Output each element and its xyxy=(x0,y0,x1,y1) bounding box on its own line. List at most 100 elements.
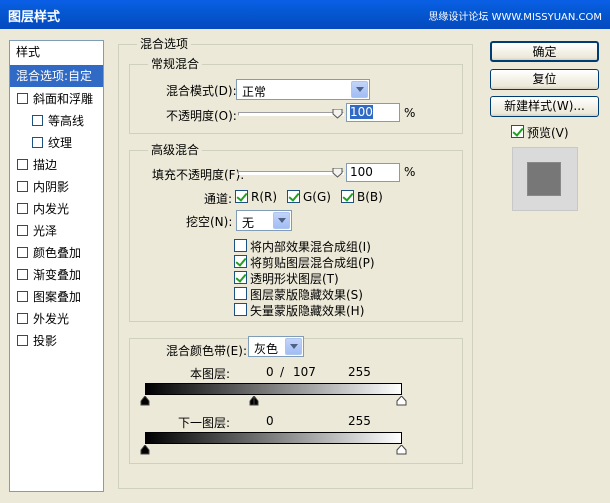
this-layer-max: 255 xyxy=(348,365,371,379)
advanced-blending-group: 高级混合 填充不透明度(F): 100 % 通道: R(R) G(G) B(B)… xyxy=(129,143,463,322)
sidebar-item-stroke[interactable]: 描边 xyxy=(10,154,103,176)
dialog-client: 样式 混合选项:自定 斜面和浮雕 等高线 纹理 描边 内阴影 内发光 光泽 颜色… xyxy=(0,29,610,503)
vector-mask-hides-label: 矢量蒙版隐藏效果(H) xyxy=(250,304,365,318)
blend-clipped-layers-checkbox[interactable] xyxy=(234,255,247,268)
sidebar-item-color-overlay[interactable]: 颜色叠加 xyxy=(10,242,103,264)
sidebar-item-gradient-overlay[interactable]: 渐变叠加 xyxy=(10,264,103,286)
knockout-select[interactable]: 无 xyxy=(236,210,292,231)
underlying-max: 255 xyxy=(348,414,371,428)
stroke-checkbox[interactable] xyxy=(17,159,28,170)
sidebar-item-label: 内发光 xyxy=(33,202,70,216)
sidebar-item-label: 外发光 xyxy=(33,312,70,326)
sidebar-item-inner-shadow[interactable]: 内阴影 xyxy=(10,176,103,198)
this-layer-mid: 107 xyxy=(293,365,316,379)
contour-checkbox[interactable] xyxy=(32,115,43,126)
blend-clipped-layers-label: 将剪贴图层混合成组(P) xyxy=(250,256,375,270)
underlying-white-handle[interactable] xyxy=(396,445,407,455)
this-layer-label: 本图层: xyxy=(190,367,231,381)
sidebar-item-bevel-emboss[interactable]: 斜面和浮雕 xyxy=(10,88,103,110)
watermark-text: 思缘设计论坛 WWW.MISSYUAN.COM xyxy=(428,12,602,23)
underlying-gradient xyxy=(145,432,402,444)
sidebar-item-outer-glow[interactable]: 外发光 xyxy=(10,308,103,330)
fill-opacity-input[interactable]: 100 xyxy=(346,163,400,182)
fill-opacity-label: 填充不透明度(F): xyxy=(152,168,245,182)
fill-opacity-slider-track[interactable] xyxy=(238,171,344,175)
this-layer-min: 0 xyxy=(266,365,274,379)
this-layer-split-handle[interactable] xyxy=(249,396,259,406)
opacity-slider-track[interactable] xyxy=(238,112,344,116)
opacity-input[interactable]: 100 xyxy=(346,103,400,122)
ok-button[interactable]: 确定 xyxy=(490,41,599,62)
underlying-layer-label: 下一图层: xyxy=(178,416,231,430)
fill-opacity-slider-thumb[interactable] xyxy=(332,168,343,178)
sidebar-item-label: 颜色叠加 xyxy=(33,246,82,260)
blend-options-title: 混合选项 xyxy=(137,37,192,51)
layer-mask-hides-label: 图层蒙版隐藏效果(S) xyxy=(250,288,363,302)
color-overlay-checkbox[interactable] xyxy=(17,247,28,258)
new-style-button[interactable]: 新建样式(W)... xyxy=(490,96,599,117)
blend-mode-select[interactable]: 正常 xyxy=(236,79,370,100)
blend-interior-effects-checkbox[interactable] xyxy=(234,239,247,252)
window-title: 图层样式 xyxy=(8,10,61,25)
knockout-label: 挖空(N): xyxy=(186,215,233,229)
underlying-black-handle[interactable] xyxy=(140,445,150,455)
blend-interior-effects-label: 将内部效果混合成组(I) xyxy=(250,240,371,254)
preview-label: 预览(V) xyxy=(527,126,569,140)
opacity-label: 不透明度(O): xyxy=(166,109,237,123)
sidebar-item-label: 斜面和浮雕 xyxy=(33,92,94,106)
sidebar-item-label: 纹理 xyxy=(48,136,73,150)
percent-sign: % xyxy=(404,106,416,120)
drop-shadow-checkbox[interactable] xyxy=(17,335,28,346)
general-blending-group: 常规混合 混合模式(D): 正常 不透明度(O): 100 % xyxy=(129,57,463,134)
style-list-header: 样式 xyxy=(16,45,41,59)
sidebar-item-contour[interactable]: 等高线 xyxy=(10,110,103,132)
opacity-slider-thumb[interactable] xyxy=(332,109,343,119)
channel-r-label: R(R) xyxy=(251,190,278,204)
chevron-down-icon[interactable] xyxy=(273,212,290,229)
sidebar-item-label: 投影 xyxy=(33,334,58,348)
channel-b-label: B(B) xyxy=(357,190,383,204)
channel-b-checkbox[interactable] xyxy=(341,190,354,203)
sidebar-item-inner-glow[interactable]: 内发光 xyxy=(10,198,103,220)
percent-sign: % xyxy=(404,165,416,179)
title-bar[interactable]: 图层样式 思缘设计论坛 WWW.MISSYUAN.COM xyxy=(0,0,610,29)
sidebar-item-blend-options[interactable]: 混合选项:自定 xyxy=(10,65,103,87)
sidebar-item-label: 光泽 xyxy=(33,224,58,238)
sidebar-item-drop-shadow[interactable]: 投影 xyxy=(10,330,103,352)
blend-mode-label: 混合模式(D): xyxy=(166,84,237,98)
inner-shadow-checkbox[interactable] xyxy=(17,181,28,192)
channels-label: 通道: xyxy=(204,192,233,206)
inner-glow-checkbox[interactable] xyxy=(17,203,28,214)
sidebar-item-texture[interactable]: 纹理 xyxy=(10,132,103,154)
chevron-down-icon[interactable] xyxy=(285,338,302,355)
transparency-shapes-checkbox[interactable] xyxy=(234,271,247,284)
sidebar-item-satin[interactable]: 光泽 xyxy=(10,220,103,242)
blend-if-group: 混合颜色带(E): 灰色 本图层: 0 / 107 255 下一图层: 0 25… xyxy=(129,336,463,464)
sidebar-item-label: 描边 xyxy=(33,158,58,172)
channel-g-checkbox[interactable] xyxy=(287,190,300,203)
this-layer-black-handle[interactable] xyxy=(140,396,150,406)
blend-options-group: 混合选项 常规混合 混合模式(D): 正常 不透明度(O): 100 % 高级混… xyxy=(118,37,473,489)
channel-r-checkbox[interactable] xyxy=(235,190,248,203)
advanced-blending-title: 高级混合 xyxy=(148,143,203,157)
channel-g-label: G(G) xyxy=(303,190,331,204)
blend-if-select[interactable]: 灰色 xyxy=(248,336,304,357)
sidebar-item-label: 图案叠加 xyxy=(33,290,82,304)
layer-mask-hides-checkbox[interactable] xyxy=(234,287,247,300)
bevel-emboss-checkbox[interactable] xyxy=(17,93,28,104)
this-layer-slash: / xyxy=(280,365,285,379)
sidebar-item-pattern-overlay[interactable]: 图案叠加 xyxy=(10,286,103,308)
vector-mask-hides-checkbox[interactable] xyxy=(234,303,247,316)
this-layer-white-handle[interactable] xyxy=(396,396,407,406)
preview-square xyxy=(527,162,561,196)
pattern-overlay-checkbox[interactable] xyxy=(17,291,28,302)
outer-glow-checkbox[interactable] xyxy=(17,313,28,324)
general-blending-title: 常规混合 xyxy=(148,57,203,71)
style-list: 样式 混合选项:自定 斜面和浮雕 等高线 纹理 描边 内阴影 内发光 光泽 颜色… xyxy=(9,40,104,492)
reset-button[interactable]: 复位 xyxy=(490,69,599,90)
gradient-overlay-checkbox[interactable] xyxy=(17,269,28,280)
texture-checkbox[interactable] xyxy=(32,137,43,148)
satin-checkbox[interactable] xyxy=(17,225,28,236)
preview-checkbox[interactable] xyxy=(511,125,524,138)
chevron-down-icon[interactable] xyxy=(351,81,368,98)
